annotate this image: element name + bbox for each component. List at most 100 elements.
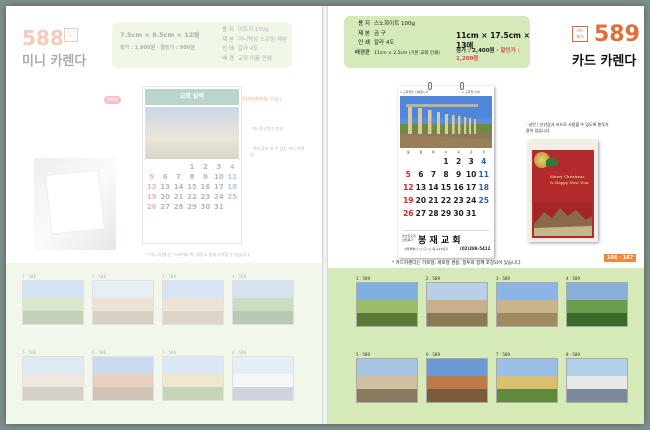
calendar-ring (460, 82, 464, 90)
thumbnail-label: 7 · 589 (496, 352, 510, 357)
mini-calendar-photo (34, 158, 116, 250)
card-note: · 성탄 / 신년감사 카드로 사용할 수 있도록 봉투가 들어 있습니다 (526, 122, 609, 133)
calendar-day: 8 (189, 173, 195, 181)
calendar-day: 7 (176, 173, 181, 181)
landscape-thumbnail (232, 356, 294, 401)
calendar-day (427, 157, 440, 166)
calendar-day: 3 (216, 163, 222, 171)
calendar-day (145, 163, 158, 171)
calendar-day: 15 (187, 183, 197, 191)
landscape-thumbnail (566, 282, 628, 327)
thumbnail-label: 5 · 589 (356, 352, 370, 357)
calendar-day: 6 (162, 173, 168, 181)
landscape-thumbnail (92, 356, 154, 401)
product-number: 588 (22, 26, 64, 50)
calendar-day: 9 (202, 173, 208, 181)
product-number: 589 (594, 22, 640, 47)
spec-value: 금 구 (374, 30, 386, 37)
spec-key: 배 경 (222, 55, 234, 62)
landscape-thumbnail (92, 280, 154, 325)
landscape-thumbnail (356, 358, 418, 403)
left-page-content: 588 미니 카렌다 미니 카렌다 7.5cm × 8.5cm × 12매 정가… (6, 6, 324, 424)
thumbnail-label: 8 · 589 (566, 352, 580, 357)
calendar-day (158, 163, 171, 171)
calendar-day: 31 (213, 203, 224, 211)
calendar-day: 22 (440, 196, 452, 205)
mini-calendar-photo-card (45, 169, 105, 235)
calendar-photo-ruins (400, 96, 492, 148)
calendar-day: 2 (202, 163, 208, 171)
spec-key: 용 지 (222, 27, 234, 33)
thumbnail-label: 1 · 588 (22, 274, 36, 279)
spec-key: 용 지 (358, 21, 370, 27)
landscape-thumbnail (566, 358, 628, 403)
calendar-day: 9 (455, 170, 462, 179)
calendar-day: 13 (160, 183, 170, 191)
footnote: * 미니 카렌다는 스티커로 벽, 냉장고 등에 부착할 수 있습니다. (146, 252, 251, 257)
spec-box: 용 지 스노화이트 100g 제 본 금 구 인 쇄 칼라 4도 배경판 11cm × … (344, 16, 530, 68)
church-address: 서울특별시 ○○구 ○○동 123번지 (404, 247, 448, 251)
calendar-day: 2 (455, 157, 462, 166)
calendar-day: 27 (415, 209, 427, 218)
weekday-label: 토 (482, 150, 486, 154)
calendar-day: 13 (415, 183, 427, 192)
card-text-1: Merry Christmas (550, 174, 585, 179)
badge-text: 미니 카렌다 (66, 30, 76, 38)
spec-key: 인 쇄 (222, 46, 234, 52)
calendar-day: 21 (428, 196, 439, 205)
spec-row: 용 지 아트지 150g (212, 26, 287, 36)
landscape-thumbnail (162, 280, 224, 325)
calendar-day: 14 (428, 183, 439, 192)
calendar-day: 6 (418, 170, 424, 179)
left-page: 588 미니 카렌다 미니 카렌다 7.5cm × 8.5cm × 12매 정가… (6, 6, 324, 424)
mini-calendar: 교회 달력 1 2 3 4 5 6 7 8 9 10 11 12 13 14 15 16 17 18 19 20 21 2… (142, 86, 242, 244)
wall-calendar: 1 교회명만 인쇄됩니다 1 교회명 인쇄 일 월 화 수 목 금 토 1 2 … (398, 82, 494, 258)
calendar-day: 17 (465, 183, 477, 192)
spec-row: 배 경 교회 이름 인쇄 (212, 55, 287, 65)
note-1: · 미니탁상형 디자인 (250, 126, 284, 131)
thumbnail-label: 8 · 588 (232, 350, 246, 355)
calendar-day: 24 (465, 196, 477, 205)
church-imprint: 새소망교회 담임목사 봉 재 교 회 서울특별시 ○○구 ○○동 123번지 (… (402, 230, 490, 256)
landscape-thumbnail (356, 282, 418, 327)
calendar-day: 21 (173, 193, 184, 201)
wall-calendar-grid: 1 2 3 4 5 6 7 8 9 10 11 12 13 14 15 16 17 18 19 20 21 22 23 24 2… (402, 157, 490, 222)
calendar-day: 30 (453, 209, 464, 218)
calendar-day (226, 203, 239, 211)
church-small: 새소망교회 담임목사 (402, 234, 416, 242)
weekday-row: 일월화수목금토 (402, 150, 490, 154)
callout-text: 스티커(벽부착 가능) (238, 97, 282, 103)
card-cover: Merry Christmas & Happy New Year (532, 150, 594, 238)
product-badge: 미니 카렌다 (64, 28, 78, 42)
calendar-day: 17 (213, 183, 224, 191)
calendar-day: 10 (213, 173, 224, 181)
calendar-day (402, 157, 415, 166)
calendar-day: 23 (453, 196, 464, 205)
cal-caption-right: 1 교회명 인쇄 (462, 90, 480, 94)
calendar-day: 20 (160, 193, 170, 201)
weekday-label: 화 (432, 150, 435, 154)
calendar-day: 20 (415, 196, 427, 205)
spec-value: 칼라 4도 (238, 46, 259, 52)
calendar-day: 16 (453, 183, 464, 192)
calendar-day: 16 (200, 183, 211, 191)
spec-row: 배경판 11cm × 2.5cm (기본 교회 인쇄) (348, 49, 440, 59)
calendar-day: 8 (443, 170, 449, 179)
book-gutter (322, 6, 328, 424)
spec-key: 제 본 (358, 30, 370, 37)
thumbnail-label: 3 · 588 (162, 274, 176, 279)
calendar-day (172, 163, 185, 171)
spec-list: 용 지 아트지 150g 제 본 미니탁상 스프링 제본 인 쇄 칼라 4도 배 경 교… (212, 26, 287, 64)
weekday-label: 목 (457, 150, 460, 154)
thumbnail-label: 1 · 589 (356, 276, 370, 281)
church-name: 봉 재 교 회 (418, 236, 461, 246)
product-title: 카드 카렌다 (572, 54, 637, 69)
calendar-day: 31 (465, 209, 477, 218)
catalog-spread: 588 미니 카렌다 미니 카렌다 7.5cm × 8.5cm × 12매 정가… (6, 6, 644, 424)
landscape-thumbnail (22, 356, 84, 401)
church-header: 교회 달력 (145, 89, 239, 105)
calendar-day: 18 (478, 183, 489, 192)
calendar-day: 25 (478, 196, 489, 205)
church-phone: (02)288-5412 (460, 246, 491, 251)
calendar-day: 1 (189, 163, 195, 171)
